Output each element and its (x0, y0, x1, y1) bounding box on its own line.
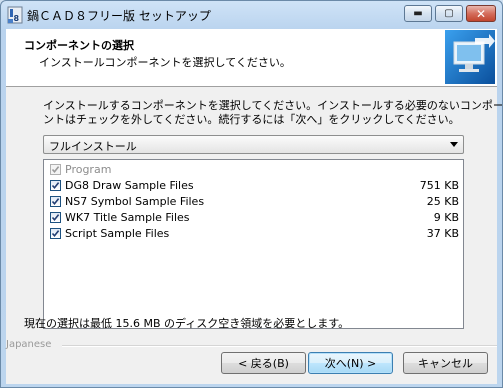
separator-line (62, 345, 497, 347)
chevron-down-icon[interactable] (450, 142, 458, 147)
setup-monitor-icon (445, 30, 495, 84)
component-label: DG8 Draw Sample Files (65, 179, 194, 192)
checkmark-icon (51, 198, 60, 206)
wk7-title-checkbox[interactable] (50, 212, 61, 223)
window-title: 鍋ＣＡＤ８フリー版 セットアップ (27, 9, 211, 23)
list-item-dg8-draw[interactable]: DG8 Draw Sample Files 751 KB (44, 178, 463, 194)
component-label: Script Sample Files (65, 227, 170, 240)
checkmark-icon (51, 230, 60, 238)
minimize-button[interactable]: ▬ (404, 5, 432, 22)
component-size: 9 KB (433, 211, 459, 224)
checkmark-icon (51, 214, 60, 222)
title-bar[interactable]: 8 鍋ＣＡＤ８フリー版 セットアップ ▬ ▢ ✕ (1, 1, 502, 29)
component-label: NS7 Symbol Sample Files (65, 195, 205, 208)
cancel-button-label: キャンセル (418, 357, 473, 370)
wizard-client-area: コンポーネントの選択 インストールコンポーネントを選択してください。 インストー… (6, 29, 503, 384)
components-list[interactable]: Program DG8 Draw Sample Files 751 KB NS7… (43, 159, 464, 329)
list-item-ns7-symbol[interactable]: NS7 Symbol Sample Files 25 KB (44, 194, 463, 210)
component-label: Program (65, 163, 112, 176)
next-button-label: 次へ(N) > (324, 357, 377, 370)
wizard-header: コンポーネントの選択 インストールコンポーネントを選択してください。 (6, 29, 497, 87)
script-checkbox[interactable] (50, 228, 61, 239)
component-size: 25 KB (426, 195, 459, 208)
instructions: インストールするコンポーネントを選択してください。インストールする必要のないコン… (43, 99, 503, 127)
close-icon: ✕ (475, 6, 487, 21)
instructions-line-2: ントはチェックを外してください。続行するには「次へ」をクリックしてください。 (43, 113, 460, 126)
svg-text:8: 8 (14, 14, 20, 23)
install-type-select[interactable]: フルインストール (43, 135, 464, 154)
instructions-line-1: インストールするコンポーネントを選択してください。インストールする必要のないコン… (43, 99, 503, 112)
maximize-icon: ▢ (444, 8, 454, 19)
language-label: Japanese (6, 339, 56, 350)
program-checkbox (50, 164, 61, 175)
cancel-button[interactable]: キャンセル (403, 352, 488, 374)
list-item-wk7-title[interactable]: WK7 Title Sample Files 9 KB (44, 210, 463, 226)
component-size: 37 KB (426, 227, 459, 240)
list-item-script[interactable]: Script Sample Files 37 KB (44, 226, 463, 242)
back-button-label: < 戻る(B) (238, 357, 289, 370)
ns7-symbol-checkbox[interactable] (50, 196, 61, 207)
list-item-program: Program (44, 162, 463, 178)
app-icon: 8 (7, 6, 23, 24)
page-title: コンポーネントの選択 (24, 39, 134, 52)
page-subtitle: インストールコンポーネントを選択してください。 (39, 56, 291, 69)
install-type-value: フルインストール (49, 140, 137, 153)
dg8-draw-checkbox[interactable] (50, 180, 61, 191)
checkmark-icon (51, 166, 60, 174)
disk-space-required: 現在の選択は最低 15.6 MB のディスク空き領域を必要とします。 (24, 317, 350, 330)
close-button[interactable]: ✕ (466, 5, 496, 22)
back-button[interactable]: < 戻る(B) (221, 352, 306, 374)
component-label: WK7 Title Sample Files (65, 211, 190, 224)
next-button[interactable]: 次へ(N) > (308, 352, 393, 374)
minimize-icon: ▬ (413, 8, 423, 19)
checkmark-icon (51, 182, 60, 190)
language-separator: Japanese (6, 339, 497, 351)
maximize-button[interactable]: ▢ (435, 5, 463, 22)
setup-window: 8 鍋ＣＡＤ８フリー版 セットアップ ▬ ▢ ✕ コンポーネントの選択 インスト… (0, 0, 503, 388)
component-size: 751 KB (419, 179, 459, 192)
